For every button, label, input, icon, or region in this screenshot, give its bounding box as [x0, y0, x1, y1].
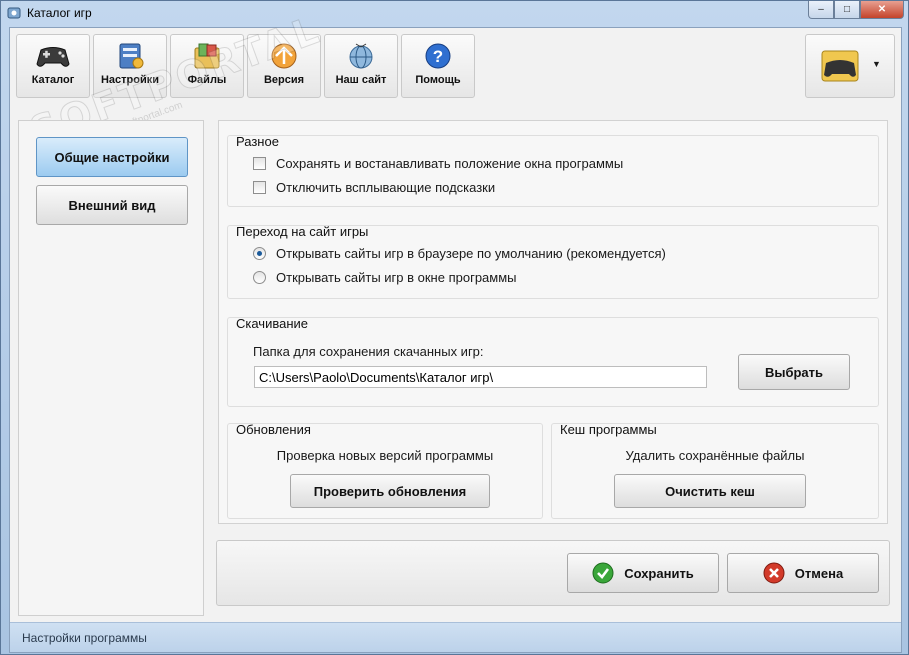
- save-button-label: Сохранить: [624, 565, 694, 581]
- open-inapp-radio[interactable]: [253, 271, 266, 284]
- status-bar: Настройки программы: [10, 622, 901, 652]
- open-browser-label: Открывать сайты игр в браузере по умолча…: [276, 246, 666, 261]
- profile-menu-button[interactable]: ▼: [805, 34, 895, 98]
- title-bar[interactable]: Каталог игр – □ ✕: [1, 1, 908, 25]
- minimize-button[interactable]: –: [808, 1, 834, 19]
- sidebar-item-general[interactable]: Общие настройки: [36, 137, 188, 177]
- cache-description: Удалить сохранённые файлы: [625, 448, 805, 463]
- download-folder-label: Папка для сохранения скачанных игр:: [253, 344, 484, 359]
- cancel-button[interactable]: Отмена: [727, 553, 879, 593]
- toolbar-website-button[interactable]: Наш сайт: [324, 34, 398, 98]
- toolbar-files-label: Файлы: [187, 74, 227, 86]
- close-button[interactable]: ✕: [860, 1, 904, 19]
- toolbar-version-button[interactable]: Версия: [247, 34, 321, 98]
- toolbar-version-label: Версия: [263, 74, 305, 86]
- download-path-input[interactable]: [254, 366, 707, 388]
- svg-text:?: ?: [433, 47, 443, 66]
- client-area: Каталог Настройки Файлы Версия Наш сайт …: [9, 7, 902, 653]
- toolbar-help-button[interactable]: ? Помощь: [401, 34, 475, 98]
- save-position-checkbox[interactable]: [253, 157, 266, 170]
- site-group-title: Переход на сайт игры: [236, 224, 369, 239]
- toolbar-files-button[interactable]: Файлы: [170, 34, 244, 98]
- open-browser-radio[interactable]: [253, 247, 266, 260]
- save-position-label: Сохранять и востанавливать положение окн…: [276, 156, 624, 171]
- toolbar-website-label: Наш сайт: [335, 74, 387, 86]
- cache-group: Кеш программы Удалить сохранённые файлы …: [551, 422, 879, 519]
- misc-group: Разное Сохранять и востанавливать положе…: [227, 134, 879, 207]
- settings-sidebar: Общие настройки Внешний вид: [18, 120, 204, 616]
- save-button[interactable]: Сохранить: [567, 553, 719, 593]
- user-folder-icon: [821, 50, 859, 82]
- chevron-down-icon[interactable]: ▼: [872, 59, 881, 69]
- download-group-title: Скачивание: [236, 316, 309, 331]
- cancel-icon: [763, 562, 785, 584]
- gamepad-icon: [36, 47, 70, 67]
- updates-group-title: Обновления: [236, 422, 311, 437]
- toolbar: Каталог Настройки Файлы Версия Наш сайт …: [16, 32, 895, 102]
- sidebar-item-appearance[interactable]: Внешний вид: [36, 185, 188, 225]
- disable-tooltips-option[interactable]: Отключить всплывающие подсказки: [253, 180, 495, 195]
- help-icon: ?: [425, 43, 451, 69]
- open-inapp-label: Открывать сайты игр в окне программы: [276, 270, 517, 285]
- toolbar-catalog-button[interactable]: Каталог: [16, 34, 90, 98]
- cache-group-title: Кеш программы: [560, 422, 657, 437]
- toolbar-settings-label: Настройки: [100, 74, 160, 86]
- version-icon: [271, 43, 297, 69]
- open-browser-option[interactable]: Открывать сайты игр в браузере по умолча…: [253, 246, 666, 261]
- disable-tooltips-checkbox[interactable]: [253, 181, 266, 194]
- download-group: Скачивание Папка для сохранения скачанны…: [227, 316, 879, 407]
- dialog-footer: Сохранить Отмена: [216, 540, 890, 606]
- status-text: Настройки программы: [22, 630, 147, 645]
- site-group: Переход на сайт игры Открывать сайты игр…: [227, 224, 879, 299]
- app-window: Каталог игр – □ ✕ Каталог Настройки Файл…: [0, 0, 909, 655]
- cancel-button-label: Отмена: [794, 565, 844, 581]
- toolbar-catalog-label: Каталог: [31, 74, 75, 86]
- checkmark-icon: [592, 562, 614, 584]
- open-inapp-option[interactable]: Открывать сайты игр в окне программы: [253, 270, 517, 285]
- updates-group: Обновления Проверка новых версий програм…: [227, 422, 543, 519]
- globe-icon: [349, 43, 373, 69]
- settings-icon: [119, 43, 144, 69]
- disable-tooltips-label: Отключить всплывающие подсказки: [276, 180, 496, 195]
- updates-description: Проверка новых версий программы: [276, 448, 494, 463]
- save-position-option[interactable]: Сохранять и востанавливать положение окн…: [253, 156, 623, 171]
- files-icon: [194, 43, 220, 69]
- maximize-button[interactable]: □: [834, 1, 860, 19]
- toolbar-settings-button[interactable]: Настройки: [93, 34, 167, 98]
- clear-cache-button[interactable]: Очистить кеш: [614, 474, 806, 508]
- app-icon: [7, 7, 21, 19]
- choose-folder-button[interactable]: Выбрать: [738, 354, 850, 390]
- window-title: Каталог игр: [27, 6, 92, 20]
- settings-content: Разное Сохранять и востанавливать положе…: [218, 120, 888, 524]
- check-updates-button[interactable]: Проверить обновления: [290, 474, 490, 508]
- toolbar-help-label: Помощь: [415, 74, 461, 86]
- misc-group-title: Разное: [236, 134, 279, 149]
